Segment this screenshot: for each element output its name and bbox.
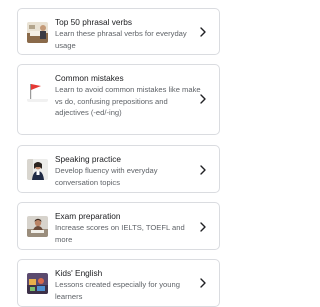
topic-description: Lessons created especially for young lea… [55, 280, 180, 301]
chevron-right-icon [200, 222, 206, 232]
topic-title: Exam preparation [55, 211, 121, 221]
phrasal-verbs-thumbnail [27, 22, 48, 43]
topic-card-speaking-practice[interactable]: Speaking practice Develop fluency with e… [17, 145, 220, 193]
chevron-right-icon [200, 165, 206, 175]
topic-description: Increase scores on IELTS, TOEFL and more [55, 223, 185, 244]
topic-card-phrasal-verbs[interactable]: Top 50 phrasal verbs Learn these phrasal… [17, 8, 220, 55]
red-flag-thumbnail [27, 81, 48, 102]
topic-title: Speaking practice [55, 154, 121, 164]
exam-student-thumbnail [27, 216, 48, 237]
topic-card-exam-preparation[interactable]: Exam preparation Increase scores on IELT… [17, 202, 220, 250]
topic-description: Learn these phrasal verbs for everyday u… [55, 29, 187, 50]
chevron-right-icon [200, 278, 206, 288]
topic-description: Learn to avoid common mistakes like make… [55, 85, 201, 117]
topic-description: Develop fluency with everyday conversati… [55, 166, 158, 187]
chevron-right-icon [200, 27, 206, 37]
topic-title: Top 50 phrasal verbs [55, 17, 133, 27]
topic-list: Top 50 phrasal verbs Learn these phrasal… [17, 8, 220, 307]
topic-card-common-mistakes[interactable]: Common mistakes Learn to avoid common mi… [17, 64, 220, 135]
topic-title: Common mistakes [55, 73, 124, 83]
speaking-person-thumbnail [27, 159, 48, 180]
topic-title: Kids' English [55, 268, 103, 278]
kids-toys-thumbnail [27, 273, 48, 294]
chevron-right-icon [200, 94, 206, 104]
